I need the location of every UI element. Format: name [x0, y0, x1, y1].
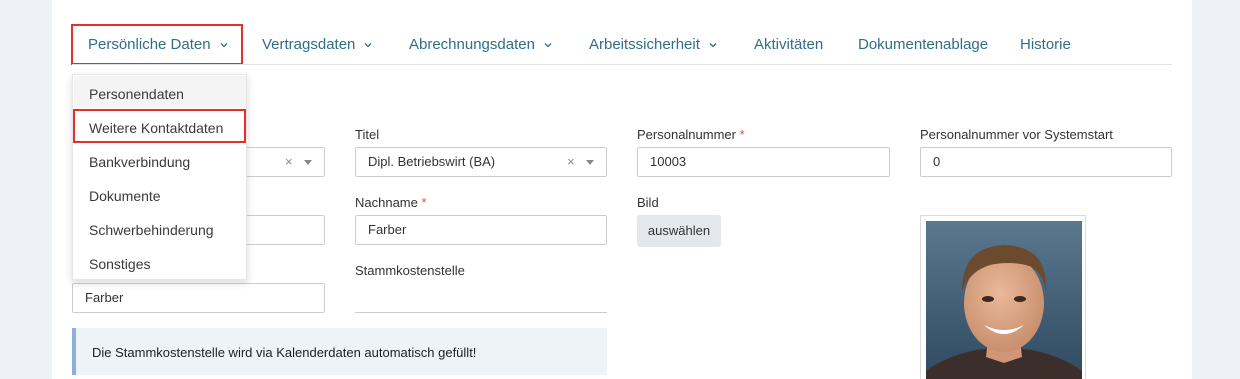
titel-select[interactable]: Dipl. Betriebswirt (BA) × — [355, 147, 607, 177]
tab-divider — [72, 64, 1172, 65]
tab-label: Abrechnungsdaten — [409, 36, 535, 53]
personalnummer-vor-field[interactable]: 0 — [920, 147, 1172, 177]
tab-label: Aktivitäten — [754, 36, 824, 53]
dropdown-item-dokumente[interactable]: Dokumente — [89, 186, 161, 206]
chevron-down-icon — [709, 43, 717, 48]
titel-label: Titel — [355, 127, 380, 142]
clear-icon[interactable]: × — [285, 148, 293, 176]
titel-value: Dipl. Betriebswirt (BA) — [368, 154, 496, 169]
name-field-value: Farber — [85, 290, 124, 305]
personalnummer-vor-label: Personalnummer vor Systemstart — [920, 127, 1113, 142]
dropdown-item-bankverbindung[interactable]: Bankverbindung — [89, 152, 190, 172]
dropdown-item-schwerbehinderung[interactable]: Schwerbehinderung — [89, 220, 214, 240]
photo-frame — [920, 215, 1086, 379]
active-tab-highlight — [71, 24, 243, 65]
tab-label: Vertragsdaten — [262, 36, 356, 53]
nachname-value: Farber — [368, 222, 407, 237]
caret-down-icon[interactable] — [586, 160, 594, 165]
personalnummer-label-text: Personalnummer — [637, 127, 736, 142]
chevron-down-icon — [544, 43, 552, 48]
info-alert: Die Stammkostenstelle wird via Kalenderd… — [72, 328, 607, 375]
clear-icon[interactable]: × — [567, 148, 575, 176]
bild-auswaehlen-button[interactable]: auswählen — [637, 215, 721, 247]
tab-label: Historie — [1020, 36, 1071, 53]
nachname-field[interactable]: Farber — [355, 215, 607, 245]
tab-vertragsdaten[interactable]: Vertragsdaten — [262, 36, 373, 54]
persoenliche-daten-dropdown: Personendaten Weitere Kontaktdaten Bankv… — [72, 74, 247, 280]
nachname-label: Nachname * — [355, 195, 427, 210]
tab-label: Dokumentenablage — [858, 36, 989, 53]
personalnummer-label: Personalnummer * — [637, 127, 745, 142]
nachname-label-text: Nachname — [355, 195, 418, 210]
tab-arbeitssicherheit[interactable]: Arbeitssicherheit — [589, 36, 718, 54]
name-field[interactable]: Farber — [72, 283, 325, 313]
stammkostenstelle-field[interactable] — [355, 312, 607, 313]
stammkostenstelle-label: Stammkostenstelle — [355, 263, 465, 278]
bild-label: Bild — [637, 195, 659, 210]
tab-historie[interactable]: Historie — [1020, 36, 1071, 54]
caret-down-icon[interactable] — [304, 160, 312, 165]
personalnummer-field[interactable]: 10003 — [637, 147, 890, 177]
tab-aktivitaeten[interactable]: Aktivitäten — [754, 36, 823, 54]
selected-item-highlight — [73, 109, 246, 143]
personalnummer-value: 10003 — [650, 154, 687, 169]
info-text: Die Stammkostenstelle wird via Kalenderd… — [92, 345, 477, 360]
tab-label: Arbeitssicherheit — [589, 36, 700, 53]
chevron-down-icon — [364, 43, 372, 48]
required-mark: * — [739, 127, 745, 142]
dropdown-item-sonstiges[interactable]: Sonstiges — [89, 254, 150, 274]
tab-dokumentenablage[interactable]: Dokumentenablage — [858, 36, 988, 54]
personalnummer-vor-value: 0 — [933, 154, 941, 169]
required-mark: * — [421, 195, 427, 210]
dropdown-item-personendaten[interactable]: Personendaten — [89, 84, 184, 104]
profile-photo — [926, 221, 1082, 379]
tab-abrechnungsdaten[interactable]: Abrechnungsdaten — [409, 36, 553, 54]
